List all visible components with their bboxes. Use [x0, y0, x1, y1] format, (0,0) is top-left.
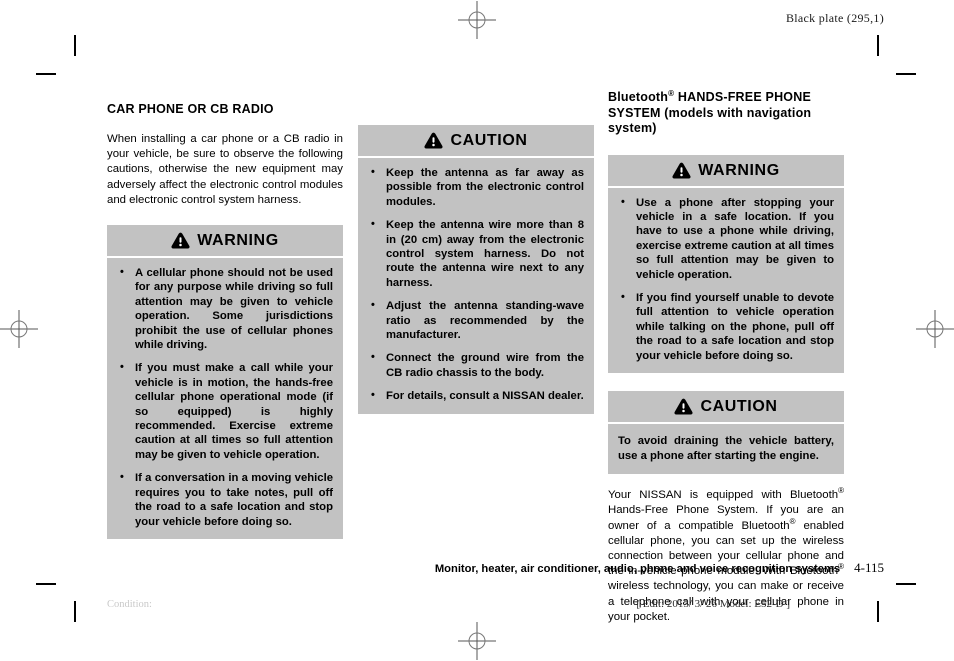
caution-box-right-body: To avoid draining the vehicle battery, u… — [608, 423, 844, 475]
left-column: CAR PHONE OR CB RADIO When installing a … — [107, 88, 343, 539]
list-item: Use a phone after stopping your vehicle … — [618, 194, 834, 282]
warning-box-right-header: WARNING — [608, 154, 844, 188]
caution-label: CAUTION — [700, 397, 778, 415]
paragraph-segment-1: Your NISSAN is equipped with Bluetooth — [608, 489, 839, 502]
manual-page: Black plate (295,1) CAR PHONE OR CB RADI… — [0, 0, 954, 661]
caution-middle-list: Keep the antenna as far away as possible… — [368, 165, 584, 404]
list-item: Keep the antenna as far away as possible… — [368, 165, 584, 209]
caution-right-text: To avoid draining the vehicle battery, u… — [618, 434, 834, 462]
warning-label: WARNING — [698, 161, 780, 179]
right-column: Bluetooth® HANDS-FREE PHONE SYSTEM (mode… — [608, 89, 844, 625]
warning-triangle-icon — [672, 162, 691, 178]
right-section-title: Bluetooth® HANDS-FREE PHONE SYSTEM (mode… — [608, 89, 844, 137]
edit-stamp: [ Edit: 2013/ 3/ 26 Model: E52-D ] — [636, 598, 790, 610]
list-item: If you must make a call while your vehic… — [117, 360, 333, 462]
list-item: Connect the ground wire from the CB radi… — [368, 350, 584, 380]
list-item: If you find yourself unable to devote fu… — [618, 290, 834, 363]
warning-right-list: Use a phone after stopping your vehicle … — [618, 194, 834, 363]
list-item: A cellular phone should not be used for … — [117, 265, 333, 352]
black-plate-label: Black plate (295,1) — [785, 11, 884, 25]
warning-box-right-body: Use a phone after stopping your vehicle … — [608, 187, 844, 373]
caution-label: CAUTION — [450, 132, 528, 149]
list-item: Keep the antenna wire more than 8 in (20… — [368, 217, 584, 290]
list-item: For details, consult a NISSAN dealer. — [368, 388, 584, 403]
caution-box-middle-body: Keep the antenna as far away as possible… — [358, 158, 594, 414]
registered-trademark-symbol: ® — [838, 486, 844, 496]
warning-box-left-header: WARNING — [107, 225, 343, 259]
page-title: CAR PHONE OR CB RADIO — [107, 102, 274, 116]
running-title: Monitor, heater, air conditioner, audio,… — [434, 563, 841, 575]
page-number: 4-115 — [854, 560, 884, 575]
warning-left-list: A cellular phone should not be used for … — [117, 265, 333, 529]
warning-triangle-icon — [674, 398, 694, 415]
intro-paragraph: When installing a car phone or a CB radi… — [107, 133, 343, 206]
middle-column: CAUTION Keep the antenna as far away as … — [358, 125, 594, 414]
caution-box-middle-header: CAUTION — [358, 125, 594, 158]
list-item: Adjust the antenna standing-wave ratio a… — [368, 298, 584, 342]
warning-box-left: WARNING A cellular phone should not be u… — [107, 225, 343, 539]
footer: Monitor, heater, air conditioner, audio,… — [0, 560, 884, 576]
warning-box-right: WARNING Use a phone after stopping your … — [608, 154, 844, 373]
caution-box-right: CAUTION To avoid draining the vehicle ba… — [608, 390, 844, 475]
caution-box-middle: CAUTION Keep the antenna as far away as … — [358, 125, 594, 414]
caution-box-right-header: CAUTION — [608, 390, 844, 424]
warning-label: WARNING — [197, 232, 279, 250]
warning-triangle-icon — [424, 132, 444, 149]
list-item: If a conversation in a moving vehicle re… — [117, 470, 333, 529]
right-section-title-part1: Bluetooth — [608, 90, 669, 104]
warning-box-left-body: A cellular phone should not be used for … — [107, 258, 343, 539]
warning-triangle-icon — [171, 232, 190, 249]
